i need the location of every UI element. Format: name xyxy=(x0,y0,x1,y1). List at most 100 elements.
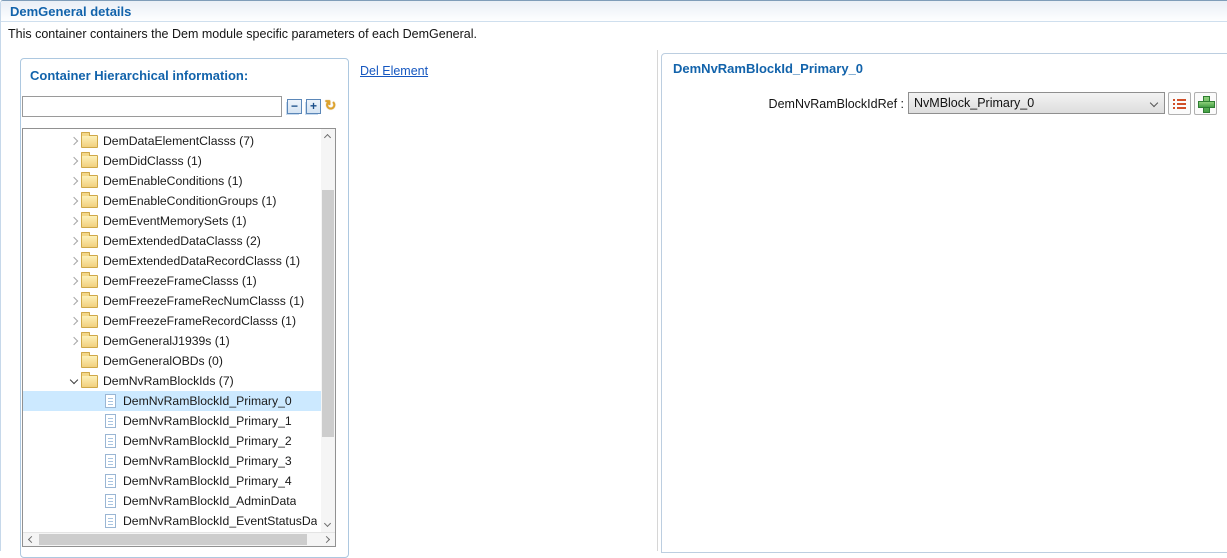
plus-icon xyxy=(1198,96,1213,111)
chevron-placeholder xyxy=(90,415,102,427)
scroll-down-arrow[interactable] xyxy=(321,518,335,532)
detail-panel-title: DemNvRamBlockId_Primary_0 xyxy=(673,61,863,76)
tree-item-label: DemNvRamBlockId_Primary_0 xyxy=(123,391,292,411)
tree-item[interactable]: DemGeneralJ1939s (1) xyxy=(23,331,321,351)
tree-item[interactable]: DemNvRamBlockId_Primary_4 xyxy=(23,471,321,491)
file-icon xyxy=(105,414,116,428)
tree-item[interactable]: DemNvRamBlockId_AdminData xyxy=(23,491,321,511)
tree-horizontal-scrollbar[interactable] xyxy=(23,532,335,546)
tree-item[interactable]: DemDidClasss (1) xyxy=(23,151,321,171)
chevron-right-icon[interactable] xyxy=(68,335,80,347)
folder-icon xyxy=(81,355,98,368)
tree-item[interactable]: DemNvRamBlockId_Primary_1 xyxy=(23,411,321,431)
tree-item[interactable]: DemExtendedDataClasss (2) xyxy=(23,231,321,251)
nvram-block-ref-dropdown[interactable]: NvMBlock_Primary_0 xyxy=(908,92,1165,114)
tree-item-label: DemDidClasss (1) xyxy=(103,151,202,171)
tree-item-label: DemNvRamBlockIds (7) xyxy=(103,371,234,391)
file-icon xyxy=(105,514,116,528)
scroll-left-arrow[interactable] xyxy=(23,533,37,547)
hierarchy-panel-title: Container Hierarchical information: xyxy=(30,68,248,83)
tree-item-label: DemNvRamBlockId_AdminData xyxy=(123,491,296,511)
tree-item[interactable]: DemEventMemorySets (1) xyxy=(23,211,321,231)
expand-all-icon: + xyxy=(306,99,321,114)
tree-viewport: DemDataElementClasss (7)DemDidClasss (1)… xyxy=(23,129,321,532)
tree-item-label: DemNvRamBlockId_Primary_4 xyxy=(123,471,292,491)
chevron-right-icon[interactable] xyxy=(68,215,80,227)
vertical-scroll-thumb[interactable] xyxy=(322,190,334,437)
folder-icon xyxy=(81,235,98,248)
collapse-all-button[interactable]: − xyxy=(286,98,303,115)
chevron-right-icon[interactable] xyxy=(68,295,80,307)
horizontal-scroll-thumb[interactable] xyxy=(39,534,307,545)
del-element-link[interactable]: Del Element xyxy=(360,64,428,78)
folder-icon xyxy=(81,335,98,348)
folder-icon xyxy=(81,175,98,188)
tree-item-label: DemNvRamBlockId_Primary_2 xyxy=(123,431,292,451)
tree-item[interactable]: DemNvRamBlockId_EventStatusDa xyxy=(23,511,321,531)
folder-icon xyxy=(81,155,98,168)
tree-item-label: DemFreezeFrameClasss (1) xyxy=(103,271,257,291)
tree-item[interactable]: DemEnableConditionGroups (1) xyxy=(23,191,321,211)
tree-item-label: DemNvRamBlockId_Primary_3 xyxy=(123,451,292,471)
tree-item-label: DemEventMemorySets (1) xyxy=(103,211,247,231)
chevron-placeholder xyxy=(90,455,102,467)
chevron-placeholder xyxy=(90,495,102,507)
scroll-right-arrow[interactable] xyxy=(321,533,335,547)
file-icon xyxy=(105,454,116,468)
chevron-placeholder xyxy=(68,355,80,367)
chevron-right-icon[interactable] xyxy=(68,155,80,167)
tree-item-label: DemNvRamBlockId_EventStatusDa xyxy=(123,511,317,531)
add-reference-button[interactable] xyxy=(1194,92,1217,115)
chevron-right-icon[interactable] xyxy=(68,275,80,287)
expand-all-button[interactable]: + xyxy=(305,98,322,115)
chevron-down-icon[interactable] xyxy=(68,375,80,387)
collapse-all-icon: − xyxy=(287,99,302,114)
chevron-right-icon[interactable] xyxy=(68,315,80,327)
tree-item-label: DemEnableConditionGroups (1) xyxy=(103,191,276,211)
chevron-right-icon[interactable] xyxy=(68,255,80,267)
scroll-up-arrow[interactable] xyxy=(321,129,335,143)
chevron-right-icon[interactable] xyxy=(68,175,80,187)
chevron-right-icon[interactable] xyxy=(68,195,80,207)
tree-item[interactable]: DemExtendedDataRecordClasss (1) xyxy=(23,251,321,271)
hierarchy-tree: DemDataElementClasss (7)DemDidClasss (1)… xyxy=(22,128,336,547)
chevron-right-icon[interactable] xyxy=(68,135,80,147)
chevron-placeholder xyxy=(90,435,102,447)
page-header-strip xyxy=(1,1,1227,22)
refresh-icon: ↻ xyxy=(325,97,337,114)
chevron-placeholder xyxy=(90,395,102,407)
dropdown-selected-value: NvMBlock_Primary_0 xyxy=(914,96,1034,110)
tree-item-label: DemDataElementClasss (7) xyxy=(103,131,254,151)
tree-item[interactable]: DemFreezeFrameRecordClasss (1) xyxy=(23,311,321,331)
reference-list-button[interactable] xyxy=(1168,92,1191,115)
page-subtitle: This container containers the Dem module… xyxy=(8,27,477,41)
folder-icon xyxy=(81,255,98,268)
tree-item[interactable]: DemFreezeFrameClasss (1) xyxy=(23,271,321,291)
refresh-button[interactable]: ↻ xyxy=(322,97,339,114)
folder-icon xyxy=(81,195,98,208)
file-icon xyxy=(105,394,116,408)
chevron-right-icon[interactable] xyxy=(68,235,80,247)
tree-item[interactable]: DemNvRamBlockId_Primary_0 xyxy=(23,391,321,411)
folder-icon xyxy=(81,315,98,328)
chevron-placeholder xyxy=(90,475,102,487)
tree-item[interactable]: DemGeneralOBDs (0) xyxy=(23,351,321,371)
tree-filter-input[interactable] xyxy=(22,96,282,117)
tree-item[interactable]: DemDataElementClasss (7) xyxy=(23,131,321,151)
tree-item[interactable]: DemNvRamBlockId_Primary_2 xyxy=(23,431,321,451)
ref-field-label: DemNvRamBlockIdRef : xyxy=(661,97,904,111)
tree-item[interactable]: DemFreezeFrameRecNumClasss (1) xyxy=(23,291,321,311)
file-icon xyxy=(105,474,116,488)
folder-icon xyxy=(81,135,98,148)
tree-item[interactable]: DemNvRamBlockId_Primary_3 xyxy=(23,451,321,471)
folder-icon xyxy=(81,275,98,288)
tree-item[interactable]: DemEnableConditions (1) xyxy=(23,171,321,191)
tree-vertical-scrollbar[interactable] xyxy=(321,129,335,532)
tree-item-label: DemEnableConditions (1) xyxy=(103,171,243,191)
detail-panel xyxy=(661,53,1227,553)
tree-item-label: DemGeneralJ1939s (1) xyxy=(103,331,230,351)
tree-item-label: DemExtendedDataClasss (2) xyxy=(103,231,261,251)
list-icon xyxy=(1173,98,1186,110)
tree-item[interactable]: DemNvRamBlockIds (7) xyxy=(23,371,321,391)
tree-item-label: DemNvRamBlockId_Primary_1 xyxy=(123,411,292,431)
